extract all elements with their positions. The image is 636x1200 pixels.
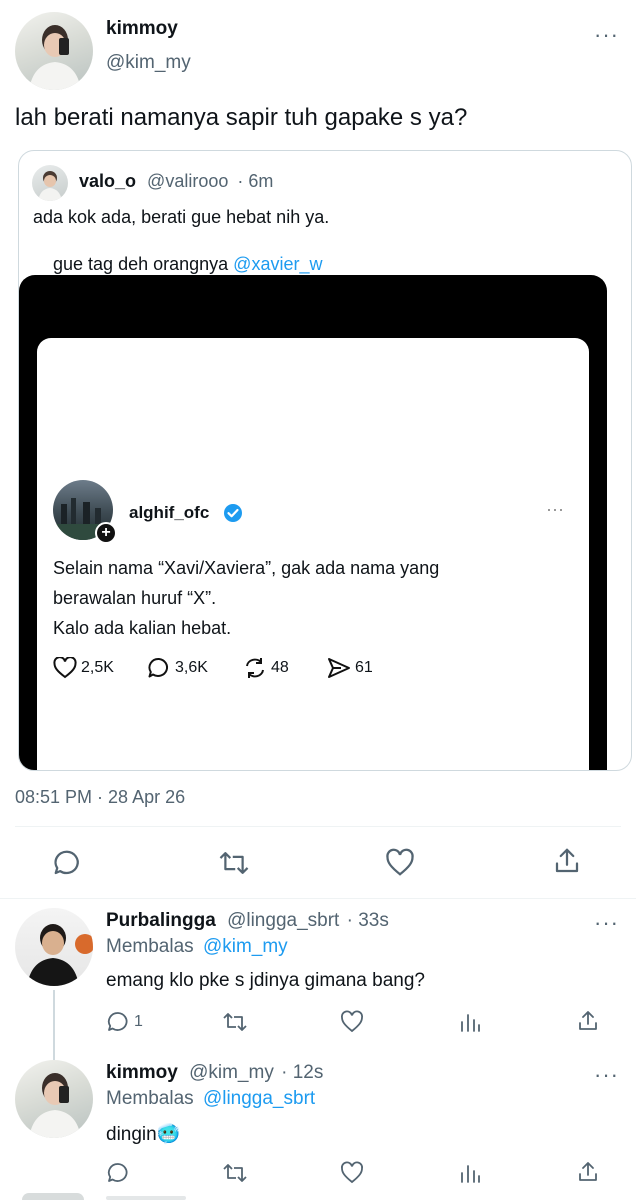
- retweet-icon[interactable]: [218, 848, 250, 878]
- divider: [0, 898, 636, 899]
- reply-more-icon[interactable]: ···: [594, 1064, 619, 1086]
- embedded-post-card: + alghif_ofc ··· Selain nama “Xavi/Xavie…: [37, 338, 589, 770]
- reply-avatar[interactable]: [15, 908, 93, 986]
- cold-face-emoji: 🥶: [156, 1124, 181, 1145]
- reply-display-name[interactable]: Purbalingga: [106, 910, 216, 931]
- reply-handle[interactable]: @lingga_sbrt: [227, 910, 339, 931]
- reply-retweet-icon[interactable]: [222, 1161, 248, 1185]
- author-avatar[interactable]: [15, 12, 93, 90]
- embedded-repost-count: 48: [271, 659, 289, 676]
- reply-more-icon[interactable]: ···: [594, 912, 619, 934]
- reply-time: · 12s: [281, 1062, 324, 1083]
- tweet-text: lah berati namanya sapir tuh gapake s ya…: [15, 104, 468, 131]
- reply-retweet-icon[interactable]: [222, 1010, 248, 1034]
- reply-handle[interactable]: @kim_my: [189, 1062, 274, 1083]
- reply-like-icon[interactable]: [340, 1010, 364, 1034]
- reply-share-icon[interactable]: [576, 1009, 600, 1033]
- replying-to-link[interactable]: @kim_my: [203, 936, 288, 957]
- reply-display-name[interactable]: kimmoy: [106, 1062, 178, 1083]
- quoted-text-line2: gue tag deh orangnya: [53, 254, 234, 274]
- quoted-avatar-image: [38, 171, 62, 201]
- reply-avatar[interactable]: [15, 1060, 93, 1138]
- reply-comment-icon[interactable]: [106, 1161, 130, 1185]
- replying-to-label: Membalas: [106, 936, 194, 957]
- embedded-more-icon: ···: [546, 499, 564, 519]
- reply-icon[interactable]: [52, 848, 82, 878]
- verified-badge-icon: [223, 503, 243, 528]
- author-display-name[interactable]: kimmoy: [106, 18, 178, 40]
- quoted-text-line1: ada kok ada, berati gue hebat nih ya.: [33, 207, 330, 227]
- share-icon[interactable]: [552, 846, 582, 876]
- reply-share-icon[interactable]: [576, 1160, 600, 1184]
- embedded-comment-icon: [147, 657, 171, 679]
- reply-comment-icon[interactable]: [106, 1010, 130, 1034]
- reply-text: dingin: [106, 1124, 157, 1145]
- reply-analytics-icon[interactable]: [458, 1161, 482, 1185]
- reply2-avatar-image: [29, 1073, 81, 1138]
- reply1-avatar-image: [27, 924, 93, 986]
- quoted-display-name: valo_o: [79, 171, 137, 191]
- author-handle[interactable]: @kim_my: [106, 52, 191, 74]
- embedded-comment-count: 3,6K: [175, 659, 208, 676]
- reply-analytics-icon[interactable]: [458, 1010, 482, 1034]
- quoted-media-image[interactable]: + alghif_ofc ··· Selain nama “Xavi/Xavie…: [19, 275, 607, 770]
- divider: [15, 826, 621, 827]
- replying-to-link[interactable]: @lingga_sbrt: [203, 1088, 315, 1109]
- embedded-repost-icon: [243, 657, 267, 679]
- quoted-mention-link[interactable]: @xavier_w: [233, 254, 322, 274]
- author-avatar-image: [29, 25, 81, 90]
- reply-time: · 33s: [346, 910, 389, 931]
- embedded-username: alghif_ofc: [129, 503, 210, 522]
- embedded-share-count: 61: [355, 659, 373, 676]
- quoted-author-avatar: [32, 165, 68, 201]
- reply-text: emang klo pke s jdinya gimana bang?: [106, 970, 425, 991]
- quoted-handle: @valirooo: [147, 171, 229, 191]
- quoted-tweet-card[interactable]: valo_o @valirooo · 6m ada kok ada, berat…: [18, 150, 632, 771]
- tweet-timestamp[interactable]: 08:51 PM · 28 Apr 26: [15, 787, 185, 808]
- quoted-time: · 6m: [237, 171, 274, 191]
- more-options-icon[interactable]: ···: [594, 24, 619, 46]
- next-tweet-avatar-partial: [22, 1193, 84, 1200]
- replying-to-label: Membalas: [106, 1088, 194, 1109]
- embedded-text-line3: Kalo ada kalian hebat.: [53, 618, 232, 638]
- reply-comment-count: 1: [134, 1013, 143, 1030]
- thread-line: [53, 990, 55, 1060]
- next-tweet-name-partial: [106, 1196, 186, 1200]
- embedded-follow-icon: +: [95, 522, 117, 544]
- embedded-text-line1: Selain nama “Xavi/Xaviera”, gak ada nama…: [53, 558, 440, 578]
- embedded-share-icon: [327, 657, 351, 679]
- like-icon[interactable]: [385, 848, 415, 878]
- embedded-text-line2: berawalan huruf “X”.: [53, 588, 217, 608]
- embedded-heart-icon: [53, 657, 77, 679]
- reply-like-icon[interactable]: [340, 1161, 364, 1185]
- embedded-like-count: 2,5K: [81, 659, 114, 676]
